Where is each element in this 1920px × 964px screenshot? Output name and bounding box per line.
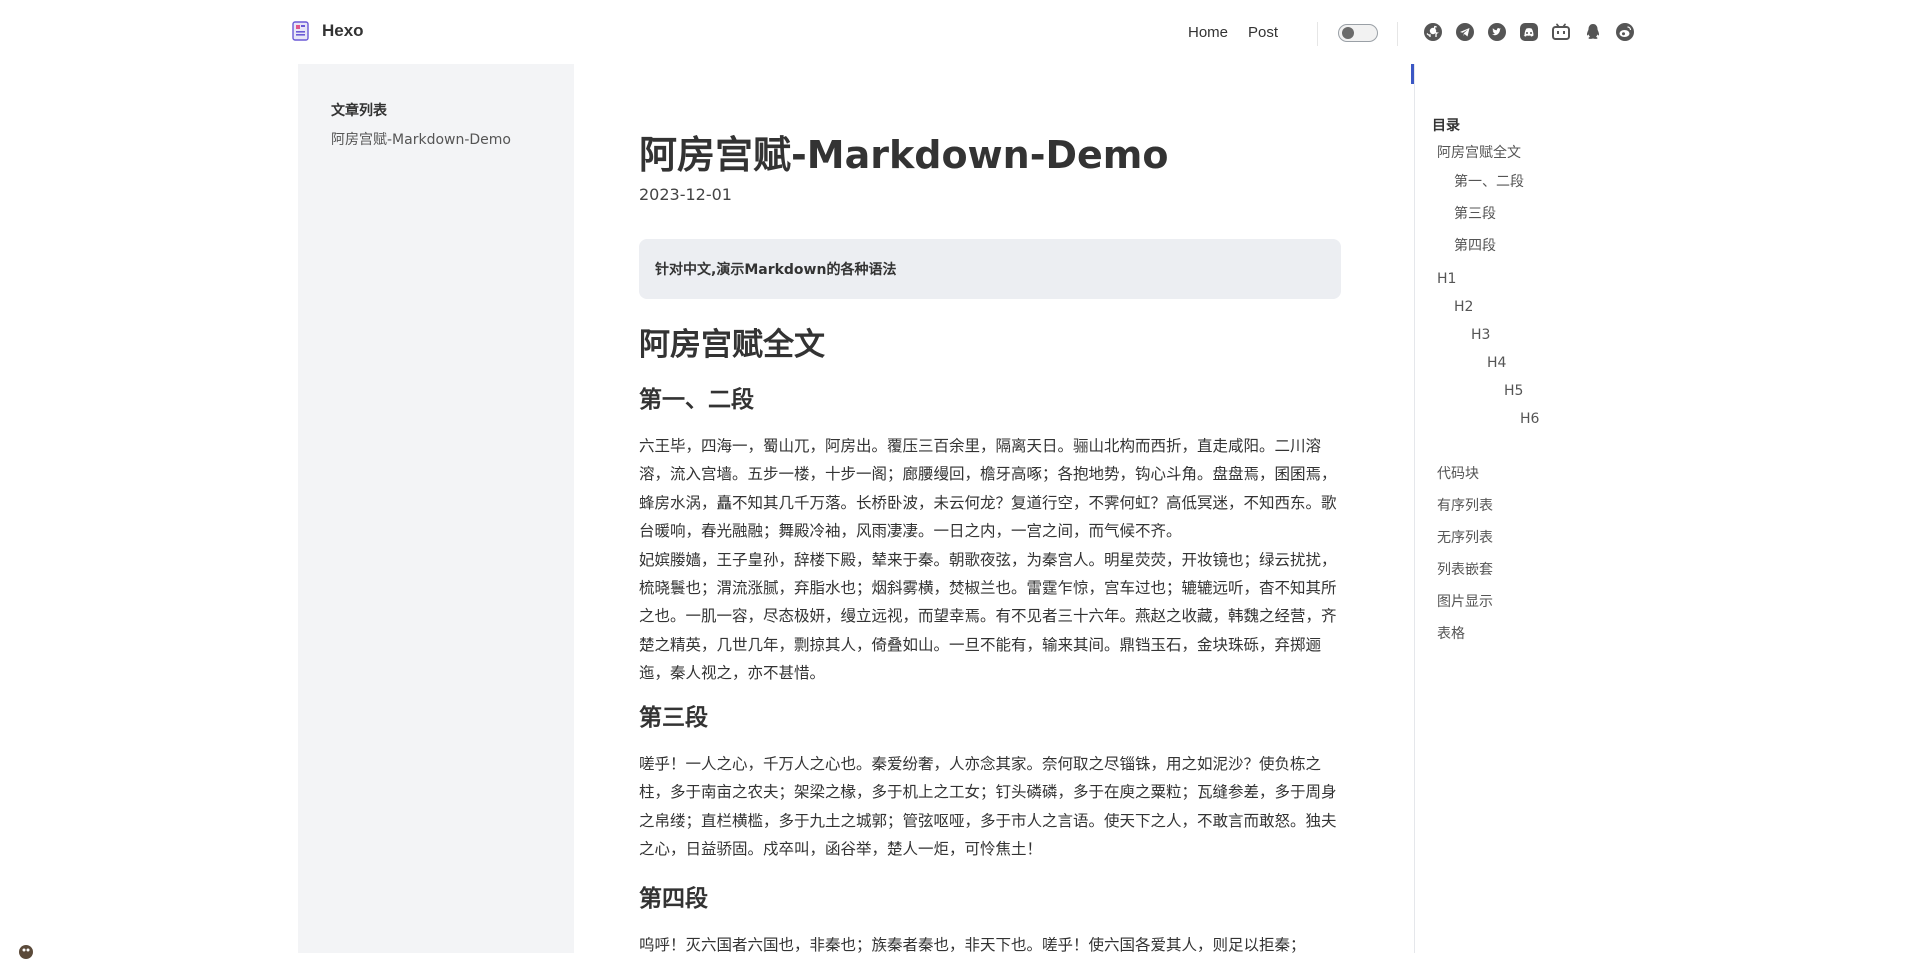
- article-summary: 针对中文,演示Markdown的各种语法: [655, 262, 897, 278]
- mascot-icon[interactable]: [14, 940, 38, 964]
- section-body: 六王毕，四海一，蜀山兀，阿房出。覆压三百余里，隔离天日。骊山北构而西折，直走咸阳…: [639, 432, 1341, 688]
- table-of-contents: 目录 阿房宫赋全文 第一、二段 第三段 第四段 H1 H2 H3 H4 H5 H…: [1411, 64, 1714, 953]
- discord-icon[interactable]: [1519, 22, 1539, 42]
- toc-item[interactable]: 表格: [1437, 623, 1465, 643]
- article-summary-box: 针对中文,演示Markdown的各种语法: [639, 239, 1341, 299]
- toc-item[interactable]: H5: [1504, 383, 1523, 399]
- toc-item[interactable]: 列表嵌套: [1437, 559, 1493, 579]
- weibo-icon[interactable]: [1615, 22, 1635, 42]
- section-heading: 第三段: [639, 705, 708, 731]
- toc-title: 目录: [1432, 118, 1460, 134]
- toc-item[interactable]: H2: [1454, 299, 1473, 315]
- toc-item[interactable]: 图片显示: [1437, 591, 1493, 611]
- toc-item[interactable]: H1: [1437, 271, 1456, 287]
- paragraph: 呜呼！灭六国者六国也，非秦也；族秦者秦也，非天下也。嗟乎！使六国各爱其人，则足以…: [639, 936, 1306, 954]
- hexo-logo-icon: [292, 21, 309, 41]
- nav-home-link[interactable]: Home: [1188, 20, 1228, 46]
- sidebar-item-article[interactable]: 阿房宫赋-Markdown-Demo: [331, 129, 511, 149]
- nav-post-link[interactable]: Post: [1248, 20, 1278, 46]
- section-heading: 第四段: [639, 886, 708, 912]
- social-links: [1423, 22, 1635, 42]
- theme-toggle[interactable]: [1338, 24, 1378, 42]
- telegram-icon[interactable]: [1455, 22, 1475, 42]
- paragraph: 嗟乎！一人之心，千万人之心也。秦爱纷奢，人亦念其家。奈何取之尽锱铢，用之如泥沙？…: [639, 755, 1337, 859]
- toc-item[interactable]: 第一、二段: [1454, 171, 1524, 191]
- toc-scroll-indicator: [1411, 64, 1414, 84]
- toc-item[interactable]: 代码块: [1437, 463, 1479, 483]
- top-bar: Hexo Home Post: [0, 0, 1920, 66]
- section-heading-h1: 阿房宫赋全文: [639, 327, 825, 363]
- bilibili-icon[interactable]: [1551, 22, 1571, 42]
- toc-item[interactable]: H3: [1471, 327, 1490, 343]
- site-title: Hexo: [322, 21, 364, 40]
- paragraph: 六王毕，四海一，蜀山兀，阿房出。覆压三百余里，隔离天日。骊山北构而西折，直走咸阳…: [639, 437, 1337, 541]
- article-title: 阿房宫赋-Markdown-Demo: [639, 133, 1169, 177]
- sidebar-heading: 文章列表: [331, 103, 387, 119]
- toc-item[interactable]: 第三段: [1454, 203, 1496, 223]
- article-main: 阿房宫赋-Markdown-Demo 2023-12-01 针对中文,演示Mar…: [639, 64, 1341, 954]
- section-body: 嗟乎！一人之心，千万人之心也。秦爱纷奢，人亦念其家。奈何取之尽锱铢，用之如泥沙？…: [639, 750, 1341, 864]
- toc-item[interactable]: H4: [1487, 355, 1506, 371]
- section-body: 呜呼！灭六国者六国也，非秦也；族秦者秦也，非天下也。嗟乎！使六国各爱其人，则足以…: [639, 931, 1341, 959]
- toc-item[interactable]: 第四段: [1454, 235, 1496, 255]
- toc-item[interactable]: 阿房宫赋全文: [1437, 142, 1521, 162]
- article-date: 2023-12-01: [639, 185, 732, 204]
- main-nav: Home Post: [1188, 20, 1278, 46]
- theme-toggle-knob: [1342, 27, 1354, 39]
- toc-item[interactable]: 有序列表: [1437, 495, 1493, 515]
- nav-divider: [1317, 22, 1318, 46]
- github-icon[interactable]: [1423, 22, 1443, 42]
- toc-item[interactable]: 无序列表: [1437, 527, 1493, 547]
- toc-item[interactable]: H6: [1520, 411, 1539, 427]
- twitter-icon[interactable]: [1487, 22, 1507, 42]
- brand[interactable]: Hexo: [290, 20, 364, 42]
- paragraph: 妃嫔媵嫱，王子皇孙，辞楼下殿，辇来于秦。朝歌夜弦，为秦宫人。明星荧荧，开妆镜也；…: [639, 550, 1337, 683]
- social-divider: [1397, 22, 1398, 46]
- section-heading: 第一、二段: [639, 387, 754, 413]
- qq-icon[interactable]: [1583, 22, 1603, 42]
- article-list-sidebar: 文章列表 阿房宫赋-Markdown-Demo: [298, 64, 574, 953]
